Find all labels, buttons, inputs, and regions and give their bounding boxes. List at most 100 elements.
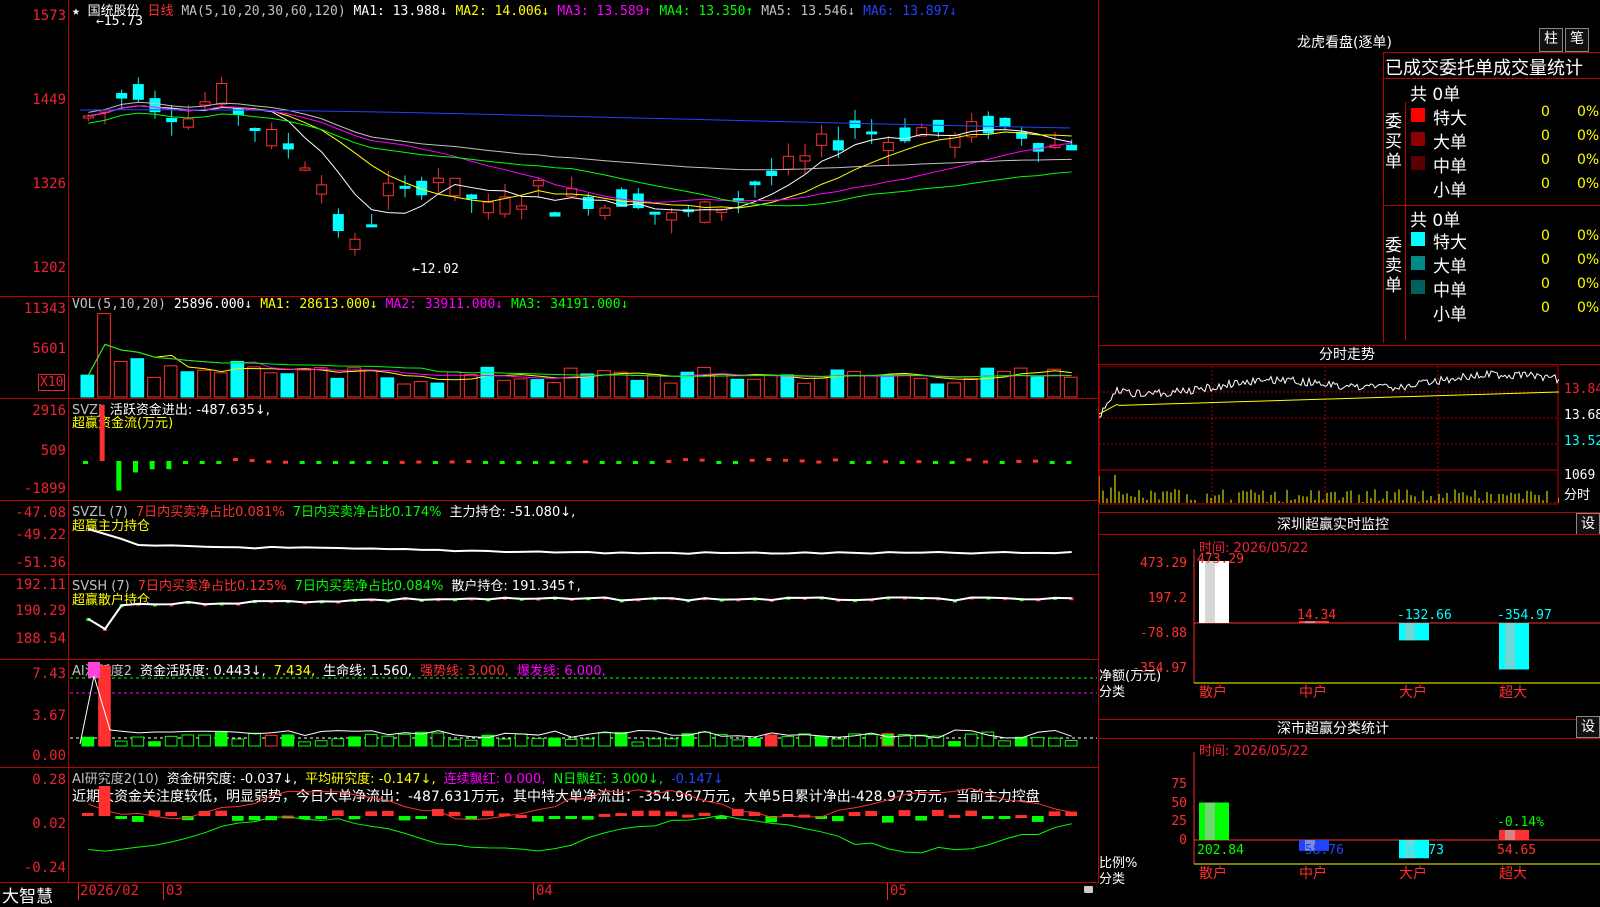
x-label: 05: [890, 883, 907, 899]
classify-stats-panel: 深市超赢分类统计 设 时间: 2026/05/22 75 50 25 0 202.84 散…: [1099, 716, 1600, 901]
order-count: 0: [1541, 228, 1550, 244]
research-bar: [165, 811, 177, 816]
activity-bar: [748, 738, 761, 747]
bar-value-label: -98.73: [1397, 843, 1444, 858]
candle-body: [482, 201, 494, 214]
activity-bar: [98, 665, 111, 747]
candle-body: [116, 93, 128, 99]
settings-button[interactable]: 设: [1576, 716, 1600, 738]
volume-bar: [113, 360, 128, 398]
intraday-title-line: [1099, 364, 1600, 365]
activity-bar: [114, 740, 128, 747]
low-annotation: ←12.02: [412, 262, 459, 277]
settings-button[interactable]: 设: [1576, 513, 1600, 535]
svzl-chart[interactable]: [70, 501, 1097, 574]
volume-bar: [330, 377, 345, 398]
color-swatch: [1411, 108, 1425, 122]
activity-line: [79, 675, 1072, 745]
color-swatch: [1411, 280, 1425, 294]
tick-view-button[interactable]: 笔: [1565, 28, 1589, 52]
ai-activity-chart[interactable]: [70, 660, 1097, 767]
volume-bar: [280, 373, 295, 398]
candle-body: [282, 143, 294, 150]
volume-bar: [747, 378, 761, 398]
kline-panel[interactable]: 1573 1449 1326 1202 ★ 国统股份 日线 MA(5,10,20…: [0, 0, 1098, 297]
y-tick: 197.2: [1148, 591, 1187, 606]
fund-flow-bar: [266, 460, 272, 464]
activity-bar: [281, 734, 295, 747]
volume-bar: [363, 369, 378, 398]
candle-body: [182, 118, 194, 128]
candle-body: [666, 212, 678, 221]
bar-view-button[interactable]: 柱: [1539, 28, 1563, 52]
volume-bar: [347, 367, 361, 398]
svzj-chart[interactable]: [70, 399, 1097, 500]
volume-panel[interactable]: 11343 5601 X10 VOL(5,10,20) 25896.000↓ MA1…: [0, 297, 1098, 399]
ai-research-panel[interactable]: 0.28 0.02 -0.24 AI研究度2(10) 资金研究度: -0.037↓…: [0, 768, 1098, 883]
color-swatch: [1411, 132, 1425, 146]
volume-bar: [830, 369, 845, 398]
volume-bar: [897, 373, 911, 398]
y-tick: 2916: [32, 403, 66, 419]
research-bar: [732, 809, 744, 816]
kline-chart[interactable]: [70, 0, 1097, 296]
category-label: 超大: [1499, 866, 1527, 882]
x-tick: [163, 883, 164, 900]
panel-title: 龙虎看盘(逐单): [1297, 35, 1392, 51]
intraday-panel[interactable]: 分时走势 13.84 13.68 13.52 1069 分时: [1099, 345, 1600, 506]
svsh-panel[interactable]: 192.11 190.29 188.54 SVSH (7) 7日内买卖净占比0.1…: [0, 575, 1098, 660]
research-bar: [115, 816, 127, 819]
research-bar: [382, 810, 394, 816]
volume-bar: [147, 376, 161, 398]
fund-flow-bar: [383, 461, 388, 464]
svsh-chart[interactable]: [70, 575, 1097, 659]
ai-research-chart[interactable]: [70, 768, 1097, 882]
color-swatch: [1411, 232, 1425, 246]
fund-flow-bar: [783, 458, 788, 462]
activity-bar: [331, 738, 345, 747]
fund-flow-bar: [583, 460, 588, 464]
activity-bar: [164, 735, 178, 747]
volume-bar: [430, 382, 445, 398]
intraday-chart[interactable]: [1099, 366, 1559, 505]
buy-total: 共 0单: [1410, 85, 1461, 105]
research-bar: [82, 812, 94, 816]
research-bar: [582, 816, 594, 820]
volume-bar: [813, 377, 828, 398]
activity-bar: [314, 740, 328, 747]
classify-title: 深市超赢分类统计: [1277, 721, 1389, 737]
x-label: 03: [166, 883, 183, 899]
monitor-chart[interactable]: 473.29 197.2 -78.88 -354.97 473.29 散户 14.34 中户 -…: [1099, 549, 1600, 717]
candle-body: [549, 212, 561, 217]
research-bar: [482, 810, 494, 816]
ai-activity-panel[interactable]: 7.43 3.67 0.00 AI活跃度2资金活跃度: 0.443↓,7.434…: [0, 660, 1098, 768]
monitor-xlabel: 分类: [1099, 685, 1126, 700]
order-size-label: 中单: [1433, 157, 1467, 177]
candle-body: [649, 211, 661, 215]
x-tick: [887, 883, 888, 900]
y-tick: 188.54: [15, 631, 66, 647]
fund-flow-bar: [533, 461, 538, 464]
x-axis: 大智慧 2026/02 03 04 05: [0, 883, 1098, 907]
order-percent: 0%: [1577, 276, 1600, 292]
volume-bar: [963, 377, 978, 398]
order-stat-row: 小单 0 0%: [1409, 300, 1599, 325]
volume-chart[interactable]: [70, 297, 1097, 398]
unit-badge: X10: [38, 374, 66, 391]
research-bar: [365, 811, 377, 816]
classify-chart[interactable]: 75 50 25 0 202.84 散户 -58.76 中户 -98.73 大户 54.65 超大 -0…: [1099, 752, 1600, 901]
fund-flow-bar: [166, 461, 172, 470]
order-percent: 0%: [1577, 152, 1600, 168]
svzl-panel[interactable]: -47.08 -49.22 -51.36 SVZL (7) 7日内买卖净占比0.0…: [0, 501, 1098, 575]
research-bar: [615, 813, 627, 817]
activity-bar: [298, 741, 311, 747]
order-size-label: 小单: [1433, 305, 1467, 325]
order-size-label: 特大: [1433, 233, 1467, 253]
svzj-panel[interactable]: 2916 509 -1899 SVZJ 活跃资金进出: -487.635↓, 超赢…: [0, 399, 1098, 501]
buy-orders-label: 委买单: [1385, 112, 1402, 172]
ma-line: [79, 109, 1071, 129]
research-bar: [682, 814, 694, 818]
lock-icon[interactable]: [1084, 886, 1093, 893]
fund-flow-bar: [666, 459, 672, 463]
candle-body: [849, 120, 861, 129]
